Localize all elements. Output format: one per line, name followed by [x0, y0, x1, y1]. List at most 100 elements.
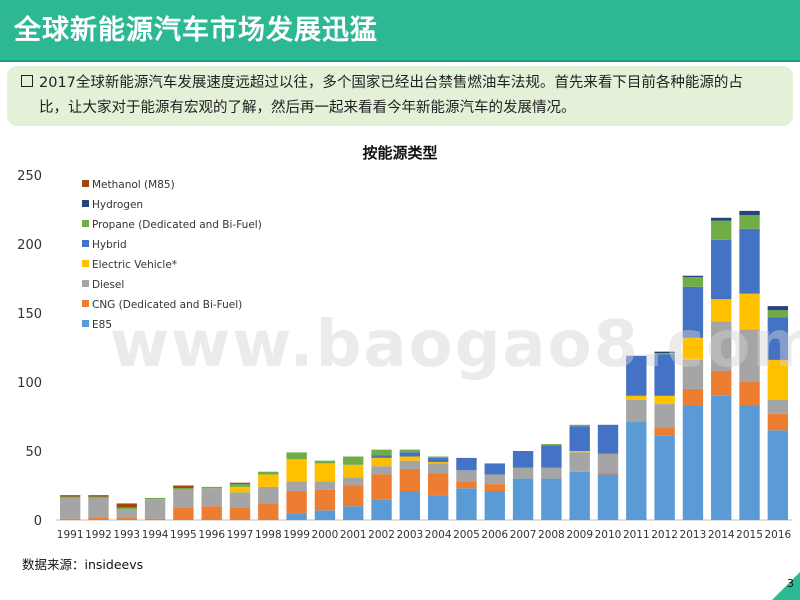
x-tick-label: 1997	[227, 529, 254, 541]
bar-segment	[371, 474, 392, 500]
bar-segment	[173, 485, 194, 489]
x-tick-label: 2006	[481, 529, 508, 541]
bar-segment	[654, 351, 675, 354]
energy-type-chart: 0501001502002501991 1992 1993 1994 1995 1996 1…	[17, 169, 792, 541]
bar-segment	[682, 286, 704, 338]
bar-segment	[767, 413, 789, 431]
bar-segment	[229, 482, 251, 485]
bar-segment	[343, 485, 364, 507]
legend-swatch	[82, 320, 89, 327]
bar-segment	[286, 459, 307, 482]
bar-segment	[314, 510, 336, 520]
bar-segment	[314, 463, 336, 482]
x-tick-label: 2003	[396, 529, 423, 541]
bar-segment	[682, 405, 704, 520]
bar-segment	[739, 405, 760, 520]
bar-segment	[59, 497, 81, 519]
bar-segment	[456, 470, 477, 482]
x-tick-label: 1999	[283, 529, 310, 541]
y-tick-label: 0	[34, 514, 42, 529]
x-tick-label: 2008	[538, 529, 565, 541]
bar-segment	[711, 370, 732, 396]
bar-segment	[512, 478, 534, 520]
bar-segment	[541, 445, 562, 468]
bar-segment	[484, 474, 505, 485]
bar-segment	[201, 506, 222, 520]
legend-label: E85	[92, 319, 112, 331]
y-tick-label: 250	[17, 169, 42, 184]
bar-segment	[59, 518, 81, 520]
legend-label: Electric Vehicle*	[92, 259, 177, 271]
bar-segment	[767, 430, 789, 520]
legend-label: Hydrogen	[92, 199, 143, 211]
bar-segment	[427, 463, 449, 474]
x-tick-label: 2016	[764, 529, 791, 541]
bar-segment	[569, 426, 590, 451]
bar-segment	[116, 508, 137, 518]
legend-swatch	[82, 280, 89, 287]
bar-segment	[654, 404, 675, 428]
bar-segment	[229, 507, 251, 520]
bar-segment	[541, 467, 562, 479]
bar-segment	[343, 464, 364, 478]
x-tick-label: 1996	[198, 529, 225, 541]
bar-segment	[399, 468, 421, 492]
x-tick-label: 2004	[425, 529, 452, 541]
legend-swatch	[82, 180, 89, 187]
legend-swatch	[82, 200, 89, 207]
bar-segment	[371, 449, 392, 456]
x-tick-label: 1992	[85, 529, 112, 541]
bar-segment	[569, 424, 590, 427]
bar-segment	[88, 495, 109, 497]
x-tick-label: 1994	[142, 529, 169, 541]
y-tick-label: 150	[17, 307, 42, 322]
x-tick-label: 1995	[170, 529, 197, 541]
bar-segment	[144, 518, 166, 520]
bar-segment	[144, 499, 166, 519]
x-tick-label: 2013	[680, 529, 707, 541]
bar-segment	[173, 488, 194, 490]
bar-segment	[286, 491, 307, 514]
y-tick-label: 100	[17, 376, 42, 391]
bar-segment	[626, 422, 647, 520]
bar-segment	[711, 321, 732, 371]
bar-segment	[569, 452, 590, 472]
bar-segment	[343, 506, 364, 520]
bar-segment	[399, 449, 421, 453]
bar-segment	[258, 486, 279, 504]
bar-segment	[173, 489, 194, 508]
bar-segment	[682, 359, 704, 389]
data-source: 数据来源：insideevs	[22, 557, 144, 572]
bar-segment	[427, 457, 449, 463]
x-tick-label: 2015	[736, 529, 763, 541]
page-number: 3	[787, 577, 794, 590]
bar-segment	[144, 497, 166, 500]
x-tick-label: 2011	[623, 529, 650, 541]
bar-segment	[739, 228, 760, 294]
bar-segment	[371, 466, 392, 475]
bar-segment	[654, 395, 675, 405]
bar-segment	[512, 451, 534, 468]
bar-segment	[427, 495, 449, 520]
bar-segment	[711, 239, 732, 300]
x-tick-label: 2000	[312, 529, 339, 541]
y-tick-label: 200	[17, 238, 42, 253]
legend-label: Methanol (M85)	[92, 179, 175, 191]
x-tick-label: 2012	[651, 529, 678, 541]
bar-segment	[399, 491, 421, 520]
bar-segment	[626, 355, 647, 396]
bar-segment	[286, 513, 307, 520]
bar-segment	[739, 329, 760, 382]
slide-header: 全球新能源汽车市场发展迅猛	[0, 0, 800, 62]
bar-segment	[371, 499, 392, 520]
bar-segment	[739, 215, 760, 229]
bar-segment	[767, 399, 789, 414]
intro-text: 2017全球新能源汽车发展速度远超过以往，多个国家已经出台禁售燃油车法规。首先来…	[21, 71, 781, 121]
bar-segment	[682, 277, 704, 287]
bar-segment	[116, 517, 137, 520]
bar-segment	[88, 496, 109, 498]
page-corner-decoration	[772, 572, 800, 600]
bar-segment	[484, 463, 505, 475]
legend-label: CNG (Dedicated and Bi-Fuel)	[92, 299, 242, 311]
bar-segment	[654, 427, 675, 436]
